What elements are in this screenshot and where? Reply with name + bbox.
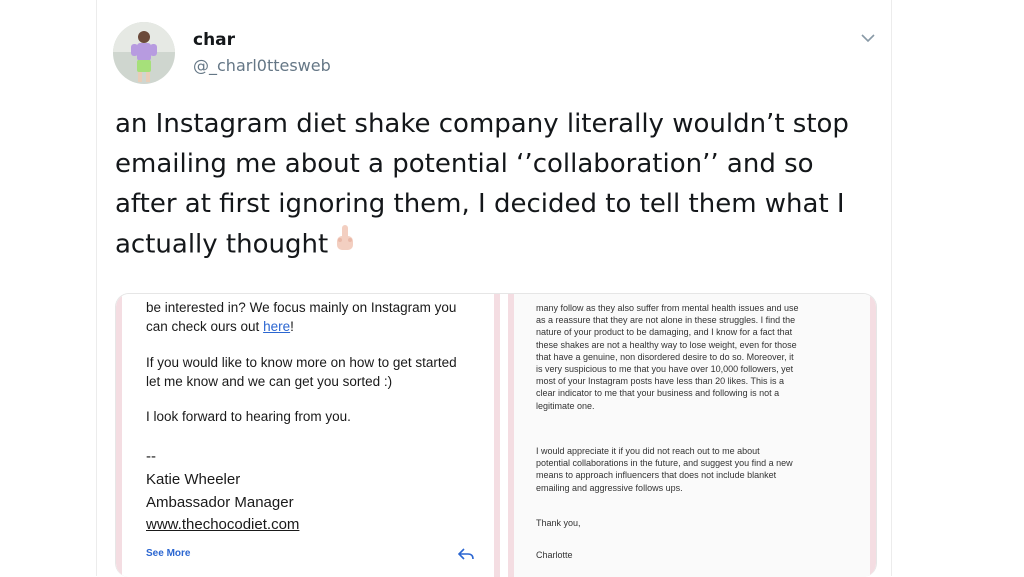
reply-icon[interactable] bbox=[457, 545, 474, 564]
tweet-text-content: an Instagram diet shake company literall… bbox=[115, 109, 849, 260]
email-screenshot-left[interactable]: be interested in? We focus mainly on Ins… bbox=[116, 294, 500, 577]
tweet-card: char @_charl0ttesweb an Instagram diet s… bbox=[96, 0, 892, 577]
chevron-down-icon[interactable] bbox=[861, 28, 875, 47]
attached-images[interactable]: be interested in? We focus mainly on Ins… bbox=[115, 293, 877, 577]
here-link[interactable]: here bbox=[263, 319, 290, 334]
email-paragraph-2: I would appreciate it if you did not rea… bbox=[536, 446, 793, 493]
email-line: can check ours out here! bbox=[146, 319, 294, 334]
email-line: If you would like to know more on how to… bbox=[146, 355, 457, 370]
avatar[interactable] bbox=[113, 22, 175, 84]
see-more-link[interactable]: See More bbox=[146, 548, 190, 559]
email-signoff: Charlotte bbox=[536, 550, 573, 560]
website-link[interactable]: www.thechocodiet.com bbox=[146, 514, 299, 536]
signature-dashes: -- bbox=[146, 448, 156, 465]
email-line: I look forward to hearing from you. bbox=[146, 409, 351, 424]
email-screenshot-right[interactable]: many follow as they also suffer from men… bbox=[508, 294, 876, 577]
email-paragraph-1: many follow as they also suffer from men… bbox=[536, 303, 799, 411]
user-handle[interactable]: @_charl0ttesweb bbox=[193, 56, 331, 75]
email-line: let me know and we can get you sorted :) bbox=[146, 374, 393, 389]
email-line: be interested in? We focus mainly on Ins… bbox=[146, 300, 457, 315]
email-thanks: Thank you, bbox=[536, 518, 581, 528]
tweet-text: an Instagram diet shake company literall… bbox=[115, 104, 875, 266]
display-name[interactable]: char bbox=[193, 30, 235, 50]
signature-name: Katie Wheeler bbox=[146, 471, 241, 488]
signature-title: Ambassador Manager bbox=[146, 494, 294, 511]
middle-finger-icon bbox=[334, 224, 356, 266]
